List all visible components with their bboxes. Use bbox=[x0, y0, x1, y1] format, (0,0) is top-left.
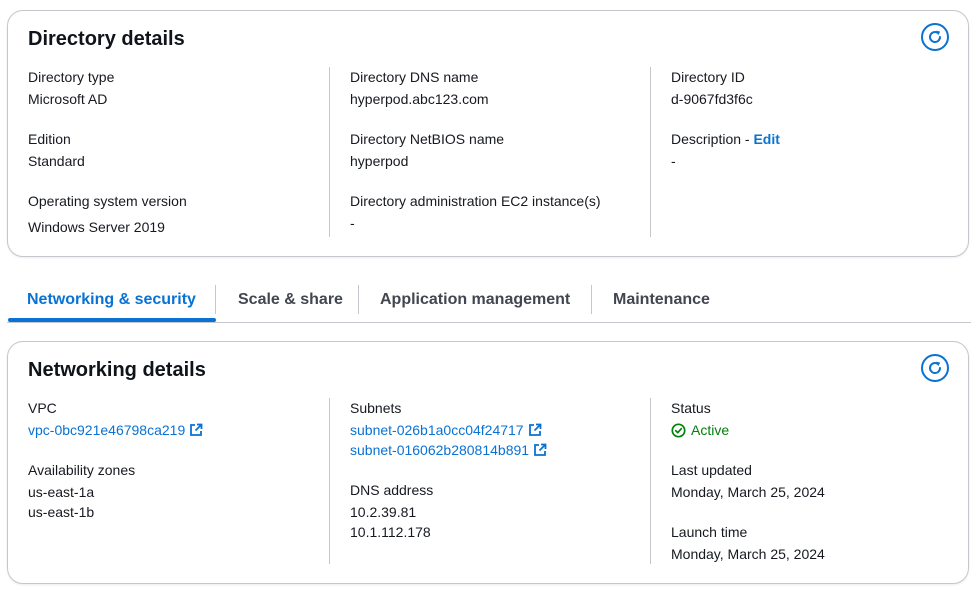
launch-time-field: Launch time Monday, March 25, 2024 bbox=[671, 522, 825, 564]
directory-details-title: Directory details bbox=[28, 28, 185, 50]
tab-application-management[interactable]: Application management bbox=[380, 285, 570, 322]
description-label: Description - bbox=[671, 131, 754, 147]
tab-bar: Networking & security Scale & share Appl… bbox=[7, 285, 971, 323]
os-version-field: Operating system version Windows Server … bbox=[28, 191, 187, 237]
refresh-icon bbox=[929, 30, 942, 43]
subnets-label: Subnets bbox=[350, 400, 402, 416]
last-updated-field: Last updated Monday, March 25, 2024 bbox=[671, 460, 825, 502]
directory-id-value: d-9067fd3f6c bbox=[671, 91, 753, 107]
last-updated-label: Last updated bbox=[671, 462, 752, 478]
tab-separator bbox=[358, 285, 359, 314]
tab-separator bbox=[591, 285, 592, 314]
launch-time-value: Monday, March 25, 2024 bbox=[671, 546, 825, 562]
netbios-value: hyperpod bbox=[350, 153, 409, 169]
external-link-icon[interactable] bbox=[533, 443, 547, 457]
dns-address-value: 10.2.39.81 bbox=[350, 504, 417, 520]
admin-instance-field: Directory administration EC2 instance(s)… bbox=[350, 191, 670, 233]
directory-refresh-button[interactable] bbox=[921, 23, 949, 51]
column-divider bbox=[329, 67, 330, 237]
column-divider bbox=[329, 398, 330, 564]
edition-label: Edition bbox=[28, 131, 71, 147]
vpc-label: VPC bbox=[28, 400, 57, 416]
subnet-link[interactable]: subnet-016062b280814b891 bbox=[350, 442, 529, 458]
vpc-link[interactable]: vpc-0bc921e46798ca219 bbox=[28, 422, 185, 438]
column-divider bbox=[650, 398, 651, 564]
external-link-icon[interactable] bbox=[189, 423, 203, 437]
description-field: Description - Edit - bbox=[671, 129, 780, 171]
directory-id-field: Directory ID d-9067fd3f6c bbox=[671, 67, 753, 109]
admin-instance-value: - bbox=[350, 215, 355, 231]
active-tab-indicator bbox=[8, 318, 216, 322]
dns-name-label: Directory DNS name bbox=[350, 69, 479, 85]
vpc-value-row: vpc-0bc921e46798ca219 bbox=[28, 420, 203, 440]
dns-address-value: 10.1.112.178 bbox=[350, 524, 431, 540]
status-field: Status Active bbox=[671, 398, 729, 440]
refresh-icon bbox=[929, 361, 942, 374]
status-badge: Active bbox=[671, 420, 729, 440]
vpc-field: VPC vpc-0bc921e46798ca219 bbox=[28, 398, 203, 440]
dns-address-label: DNS address bbox=[350, 482, 434, 498]
dns-address-field: DNS address 10.2.39.81 10.1.112.178 bbox=[350, 480, 433, 542]
netbios-field: Directory NetBIOS name hyperpod bbox=[350, 129, 504, 171]
networking-details-panel: Networking details VPC vpc-0bc921e46798c… bbox=[7, 341, 969, 584]
external-link-icon[interactable] bbox=[528, 423, 542, 437]
availability-zones-field: Availability zones us-east-1a us-east-1b bbox=[28, 460, 135, 522]
subnet-row: subnet-016062b280814b891 bbox=[350, 440, 547, 460]
directory-details-panel: Directory details Directory type Microso… bbox=[7, 10, 969, 257]
admin-instance-label: Directory administration EC2 instance(s) bbox=[350, 193, 601, 209]
status-text: Active bbox=[691, 422, 730, 438]
edition-field: Edition Standard bbox=[28, 129, 85, 171]
os-version-label: Operating system version bbox=[28, 193, 187, 209]
status-positive-icon bbox=[671, 422, 686, 438]
directory-type-field: Directory type Microsoft AD bbox=[28, 67, 114, 109]
tab-maintenance[interactable]: Maintenance bbox=[613, 285, 710, 322]
description-label-row: Description - Edit bbox=[671, 129, 780, 149]
tab-networking-security[interactable]: Networking & security bbox=[27, 285, 196, 322]
netbios-label: Directory NetBIOS name bbox=[350, 131, 505, 147]
dns-name-value: hyperpod.abc123.com bbox=[350, 91, 489, 107]
launch-time-label: Launch time bbox=[671, 524, 748, 540]
networking-refresh-button[interactable] bbox=[921, 354, 949, 382]
availability-zones-label: Availability zones bbox=[28, 462, 136, 478]
status-label: Status bbox=[671, 400, 711, 416]
subnets-field: Subnets subnet-026b1a0cc04f24717 subnet-… bbox=[350, 398, 547, 460]
edition-value: Standard bbox=[28, 153, 85, 169]
tab-scale-share[interactable]: Scale & share bbox=[238, 285, 343, 322]
availability-zone-value: us-east-1b bbox=[28, 504, 95, 520]
availability-zone-value: us-east-1a bbox=[28, 484, 95, 500]
description-edit-link[interactable]: Edit bbox=[753, 131, 779, 147]
subnet-link[interactable]: subnet-026b1a0cc04f24717 bbox=[350, 422, 524, 438]
directory-type-label: Directory type bbox=[28, 69, 115, 85]
column-divider bbox=[650, 67, 651, 237]
os-version-value: Windows Server 2019 bbox=[28, 219, 165, 235]
networking-details-title: Networking details bbox=[28, 359, 206, 381]
directory-id-label: Directory ID bbox=[671, 69, 745, 85]
last-updated-value: Monday, March 25, 2024 bbox=[671, 484, 825, 500]
tab-separator bbox=[215, 285, 216, 314]
dns-name-field: Directory DNS name hyperpod.abc123.com bbox=[350, 67, 489, 109]
subnet-row: subnet-026b1a0cc04f24717 bbox=[350, 420, 547, 440]
description-value: - bbox=[671, 153, 676, 169]
directory-type-value: Microsoft AD bbox=[28, 91, 108, 107]
